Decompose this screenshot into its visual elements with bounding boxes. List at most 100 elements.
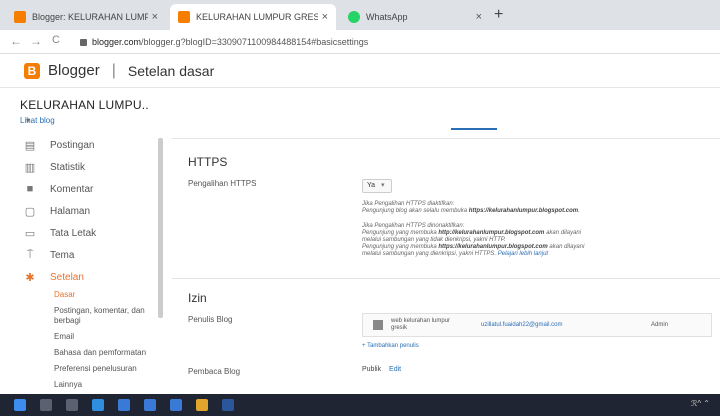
- author-role[interactable]: Admin: [651, 322, 668, 328]
- readers-setting: Publik Edit: [362, 366, 401, 373]
- author-name: web kelurahan lumpur gresik: [391, 318, 451, 331]
- close-tab-icon[interactable]: ×: [322, 11, 328, 23]
- hint-line: melalui sambungan yang tidak dienkripsi,…: [362, 237, 506, 243]
- author-row: web kelurahan lumpur gresik uzillatul.fu…: [362, 313, 712, 337]
- sidebar: KELURAHAN LUMPU.. ▾ Lihat blog ▤ Posting…: [0, 88, 163, 396]
- https-section: HTTPS Pengalihan HTTPS Ya ▾ Jika Pengali…: [172, 138, 720, 278]
- stats-icon: ▥: [24, 161, 36, 174]
- https-redirect-select[interactable]: Ya ▾: [362, 179, 392, 193]
- tab-title: WhatsApp: [366, 12, 408, 22]
- hint-line: Pengunjung blog akan selalu membuka http…: [362, 208, 662, 215]
- https-heading: HTTPS: [188, 155, 228, 169]
- store-icon[interactable]: [118, 399, 130, 411]
- browser-tab-whatsapp[interactable]: WhatsApp ×: [340, 4, 490, 30]
- sidebar-item-label: Setelan: [50, 271, 84, 283]
- hint-text: akan dilayani: [544, 230, 582, 236]
- tab-title: KELURAHAN LUMPUR GRESIK: [196, 12, 318, 22]
- address-bar: ← → C blogger.com/blogger.g?blogID=33090…: [0, 30, 720, 54]
- active-tab-indicator: [451, 128, 497, 130]
- sidebar-item-halaman[interactable]: ▢ Halaman: [0, 200, 158, 222]
- hint-line: melalui sambungan yang dienkripsi, yakni…: [362, 251, 662, 258]
- hint-text: melalui sambungan yang dienkripsi, yakni…: [362, 251, 497, 257]
- add-author-link[interactable]: + Tambahkan penulis: [362, 343, 419, 349]
- hint-url: https://kelurahanlumpur.blogspot.com: [438, 244, 548, 250]
- https-redirect-label: Pengalihan HTTPS: [188, 179, 257, 188]
- forward-arrow-icon[interactable]: →: [30, 34, 42, 48]
- hint-line: Jika Pengalihan HTTPS diaktifkan:: [362, 201, 455, 207]
- chrome-icon[interactable]: [196, 399, 208, 411]
- sidebar-item-label: Komentar: [50, 183, 94, 195]
- sidebar-item-komentar[interactable]: ■ Komentar: [0, 178, 158, 200]
- sidebar-nav: ▤ Postingan ▥ Statistik ■ Komentar ▢ Hal…: [0, 134, 158, 396]
- https-on-hint: Jika Pengalihan HTTPS diaktifkan: Pengun…: [362, 201, 662, 215]
- hint-url: https://kelurahanlumpur.blogspot.com: [468, 208, 579, 214]
- main-content: HTTPS Pengalihan HTTPS Ya ▾ Jika Pengali…: [168, 88, 720, 394]
- subnav-item-email[interactable]: Email: [0, 332, 150, 342]
- windows-start-icon[interactable]: [14, 399, 26, 411]
- readers-label: Pembaca Blog: [188, 367, 241, 376]
- blogger-favicon-icon: [14, 11, 26, 23]
- header-separator: |: [111, 61, 116, 79]
- avatar: [373, 320, 383, 330]
- hint-line: Pengunjung yang membuka https://keluraha…: [362, 244, 662, 251]
- sidebar-item-setelan[interactable]: ✱ Setelan: [0, 266, 158, 288]
- blogger-logo-icon[interactable]: B: [24, 62, 40, 79]
- hint-line: Jika Pengalihan HTTPS dinonaktifkan:: [362, 223, 465, 229]
- layout-icon: ▭: [24, 227, 36, 240]
- permissions-section: Izin Penulis Blog web kelurahan lumpur g…: [172, 278, 720, 394]
- whatsapp-favicon-icon: [348, 11, 360, 23]
- pages-icon: ▢: [24, 205, 36, 218]
- view-blog-link[interactable]: Lihat blog: [20, 116, 55, 125]
- lock-icon: [80, 39, 87, 47]
- search-icon[interactable]: [40, 399, 52, 411]
- page-title: Setelan dasar: [127, 62, 215, 79]
- edge-browser-icon[interactable]: [92, 399, 104, 411]
- sidebar-item-postingan[interactable]: ▤ Postingan: [0, 134, 158, 156]
- sidebar-item-statistik[interactable]: ▥ Statistik: [0, 156, 158, 178]
- subnav-item-search-prefs[interactable]: Preferensi penelusuran: [0, 364, 150, 374]
- browser-tab-blogger[interactable]: Blogger: KELURAHAN LUMPUR ×: [6, 4, 166, 30]
- hint-text: Pengunjung blog akan selalu membuka: [362, 208, 469, 214]
- mail-icon[interactable]: [144, 399, 156, 411]
- pinned-app-icon[interactable]: [170, 399, 182, 411]
- subnav-item-language[interactable]: Bahasa dan pemformatan: [0, 348, 150, 358]
- url-field[interactable]: blogger.com/blogger.g?blogID=33090711009…: [80, 33, 700, 51]
- url-path: /blogger.g?blogID=3309071100984488154#ba…: [141, 37, 369, 47]
- select-value: Ya: [367, 182, 376, 189]
- hint-url: http://kelurahanlumpur.blogspot.com: [438, 230, 545, 236]
- browser-tab-kelurahan[interactable]: KELURAHAN LUMPUR GRESIK ×: [170, 4, 336, 30]
- hint-text: Pengunjung yang membuka: [362, 230, 439, 236]
- subnav-item-posts-comments[interactable]: Postingan, komentar, dan berbagi: [0, 306, 150, 326]
- subnav-item-other[interactable]: Lainnya: [0, 380, 150, 390]
- blog-title: KELURAHAN LUMPU..: [20, 98, 149, 112]
- hint-text: akan dilayani: [547, 244, 585, 250]
- system-tray[interactable]: ℛ^ ⌃: [691, 399, 710, 408]
- app-name: Blogger: [48, 62, 100, 79]
- author-email: uzillatul.fuaidah22@gmail.com: [481, 322, 563, 328]
- learn-more-link[interactable]: Pelajari lebih lanjut: [498, 251, 548, 257]
- sidebar-scrollbar[interactable]: [158, 138, 163, 318]
- reload-icon[interactable]: C: [52, 34, 60, 46]
- sidebar-item-label: Tema: [50, 249, 75, 261]
- theme-icon: ⍑: [26, 248, 34, 261]
- edit-readers-link[interactable]: Edit: [389, 366, 401, 373]
- sidebar-item-label: Halaman: [50, 205, 91, 217]
- sidebar-item-tema[interactable]: ⍑ Tema: [0, 244, 158, 266]
- new-tab-button[interactable]: +: [494, 6, 503, 24]
- word-icon[interactable]: [222, 399, 234, 411]
- sidebar-item-label: Statistik: [50, 161, 86, 173]
- task-view-icon[interactable]: [66, 399, 78, 411]
- close-tab-icon[interactable]: ×: [476, 11, 482, 23]
- sidebar-item-tata-letak[interactable]: ▭ Tata Letak: [0, 222, 158, 244]
- hint-line: Pengunjung yang membuka http://kelurahan…: [362, 230, 662, 237]
- chevron-down-icon: ▾: [381, 182, 385, 189]
- subnav-item-dasar[interactable]: Dasar: [0, 290, 150, 300]
- hint-text: Pengunjung yang membuka: [362, 244, 439, 250]
- browser-tab-strip: Blogger: KELURAHAN LUMPUR × KELURAHAN LU…: [0, 0, 720, 30]
- close-tab-icon[interactable]: ×: [152, 11, 158, 23]
- tab-title: Blogger: KELURAHAN LUMPUR: [32, 12, 148, 22]
- readers-value: Publik: [362, 366, 382, 373]
- windows-taskbar: ℛ^ ⌃: [0, 394, 720, 416]
- back-arrow-icon[interactable]: ←: [10, 34, 22, 48]
- sidebar-item-label: Tata Letak: [50, 227, 97, 239]
